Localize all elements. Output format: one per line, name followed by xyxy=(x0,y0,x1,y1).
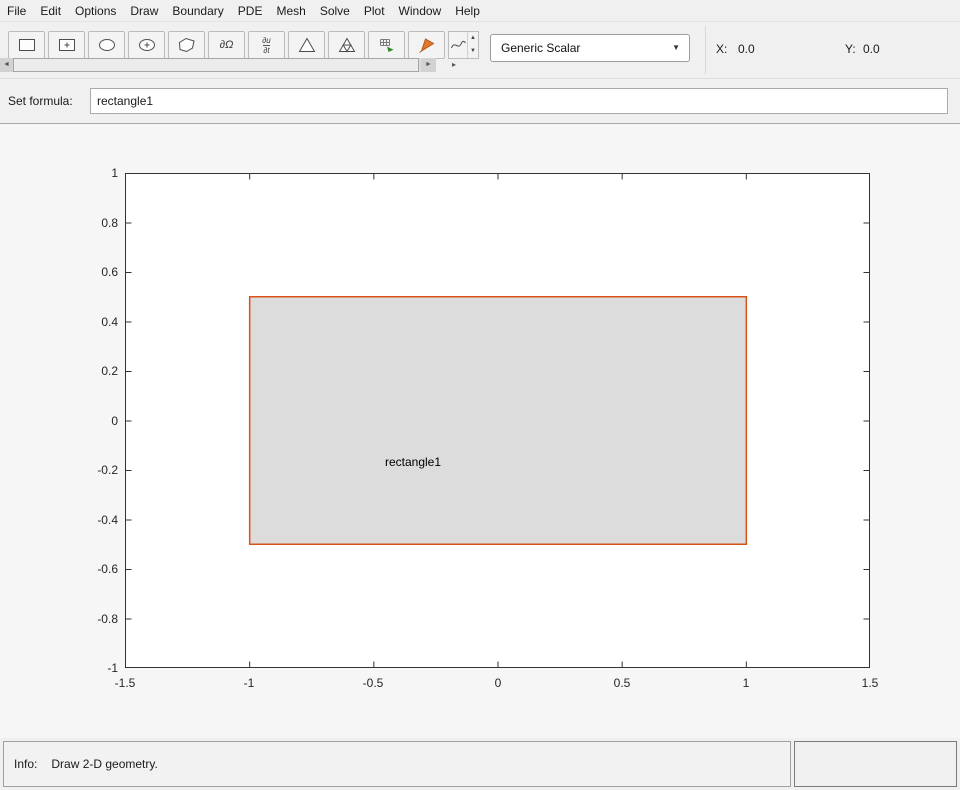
solve-pde-button[interactable] xyxy=(368,31,405,59)
menu-help[interactable]: Help xyxy=(448,2,487,20)
y-tick-label: -0.8 xyxy=(58,611,118,627)
x-coordinate-label: X: xyxy=(716,42,727,56)
draw-ellipse-corner-button[interactable] xyxy=(88,31,125,59)
dropdown-caret-icon: ▼ xyxy=(672,35,680,61)
x-tick-label: -1 xyxy=(214,676,284,690)
toolbar-scrollbar[interactable]: ◄ ► xyxy=(0,58,436,72)
ellipse-corner-icon xyxy=(97,36,117,54)
menu-plot[interactable]: Plot xyxy=(357,2,392,20)
spinner-down-icon[interactable]: ▼ xyxy=(468,45,478,58)
menu-window[interactable]: Window xyxy=(392,2,449,20)
plot-canvas: rectangle1 -1.5 -1 -0.5 0 0.5 1 1.5 1 0.… xyxy=(0,124,960,738)
polygon-icon xyxy=(177,36,197,54)
menu-mesh[interactable]: Mesh xyxy=(269,2,312,20)
overflow-right-arrow[interactable]: ▸ xyxy=(452,60,456,69)
x-tick-label: -0.5 xyxy=(338,676,408,690)
pde-mode-button[interactable]: ∂u ∂t xyxy=(248,31,285,59)
scroll-right-arrow-icon[interactable]: ► xyxy=(421,58,436,72)
menu-draw[interactable]: Draw xyxy=(123,2,165,20)
x-tick-label: -1.5 xyxy=(90,676,160,690)
info-label: Info: xyxy=(14,757,37,771)
plot-solution-button[interactable] xyxy=(408,31,445,59)
menu-options[interactable]: Options xyxy=(68,2,123,20)
y-tick-label: -0.6 xyxy=(58,561,118,577)
set-formula-input[interactable] xyxy=(90,88,948,114)
menu-file[interactable]: File xyxy=(0,2,33,20)
pde-modeler-app: File Edit Options Draw Boundary PDE Mesh… xyxy=(0,0,960,790)
curve-plot-icon xyxy=(449,32,467,58)
y-tick-label: 1 xyxy=(58,165,118,181)
y-tick-label: 0.2 xyxy=(58,363,118,379)
y-tick-label: -0.2 xyxy=(58,462,118,478)
mesh-triangle-icon xyxy=(297,36,317,54)
overflow-spinner[interactable]: ▲ ▼ xyxy=(467,32,478,58)
scrollbar-thumb[interactable] xyxy=(13,58,419,72)
refine-mesh-icon xyxy=(337,36,357,54)
rectangle-corner-icon xyxy=(17,36,37,54)
set-formula-label: Set formula: xyxy=(8,94,73,108)
draw-rectangle-center-button[interactable] xyxy=(48,31,85,59)
info-text: Draw 2-D geometry. xyxy=(51,757,157,771)
info-box: Info: Draw 2-D geometry. xyxy=(3,741,791,787)
x-tick-label: 1.5 xyxy=(835,676,905,690)
y-tick-label: 0.4 xyxy=(58,314,118,330)
boundary-mode-icon: ∂Ω xyxy=(220,39,234,51)
pde-mode-icon: ∂u ∂t xyxy=(262,36,270,55)
set-formula-row: Set formula: xyxy=(0,78,960,124)
x-coordinate-value: 0.0 xyxy=(738,42,755,56)
y-coordinate-value: 0.0 xyxy=(863,42,880,56)
draw-polygon-button[interactable] xyxy=(168,31,205,59)
toolbar-separator xyxy=(705,26,706,74)
draw-ellipse-center-button[interactable] xyxy=(128,31,165,59)
menu-edit[interactable]: Edit xyxy=(33,2,68,20)
pde-type-dropdown[interactable]: Generic Scalar ▼ xyxy=(490,34,690,62)
solve-grid-icon xyxy=(377,36,397,54)
axes[interactable] xyxy=(125,173,870,668)
y-coordinate-label: Y: xyxy=(845,42,856,56)
plot-solution-icon xyxy=(417,36,437,54)
shape-label: rectangle1 xyxy=(353,455,473,469)
toolbar-overflow-panel[interactable]: ▲ ▼ xyxy=(448,31,479,59)
y-tick-label: 0 xyxy=(58,413,118,429)
ellipse-center-icon xyxy=(137,36,157,54)
y-tick-label: -0.4 xyxy=(58,512,118,528)
y-tick-label: 0.8 xyxy=(58,215,118,231)
menu-pde[interactable]: PDE xyxy=(231,2,270,20)
status-bar: Info: Draw 2-D geometry. xyxy=(0,738,960,790)
toolbar: ∂Ω ∂u ∂t xyxy=(0,21,960,78)
x-tick-label: 0 xyxy=(463,676,533,690)
rectangle1-shape[interactable] xyxy=(250,297,747,545)
menu-bar: File Edit Options Draw Boundary PDE Mesh… xyxy=(0,0,960,21)
pde-type-value: Generic Scalar xyxy=(501,35,580,61)
y-tick-label: -1 xyxy=(58,660,118,676)
menu-solve[interactable]: Solve xyxy=(313,2,357,20)
scroll-left-arrow-icon[interactable]: ◄ xyxy=(0,58,13,72)
menu-boundary[interactable]: Boundary xyxy=(165,2,230,20)
spinner-up-icon[interactable]: ▲ xyxy=(468,32,478,45)
x-tick-label: 0.5 xyxy=(587,676,657,690)
y-tick-label: 0.6 xyxy=(58,264,118,280)
initialize-mesh-button[interactable] xyxy=(288,31,325,59)
x-tick-label: 1 xyxy=(711,676,781,690)
draw-rectangle-corner-button[interactable] xyxy=(8,31,45,59)
rectangle-center-icon xyxy=(57,36,77,54)
status-aux-box xyxy=(794,741,957,787)
refine-mesh-button[interactable] xyxy=(328,31,365,59)
boundary-mode-button[interactable]: ∂Ω xyxy=(208,31,245,59)
